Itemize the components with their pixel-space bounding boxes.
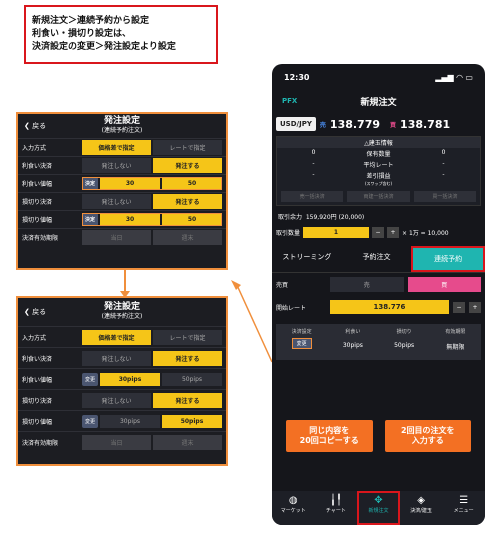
status-bar: 12:30 ▂▄▆ ◠ ▭ [272, 64, 485, 90]
hedge-bulk-close-button[interactable]: 両建一括決済 [347, 191, 410, 202]
panel-title: 発注設定 [103, 302, 140, 312]
nav-new-order[interactable]: ✥ 新規注文 [357, 491, 400, 525]
sell-label: 売 [319, 121, 326, 129]
quantity-plus-button[interactable]: + [387, 227, 400, 238]
sl-width-2[interactable]: 50 [162, 213, 222, 226]
side-row: 売買 売 買 [272, 273, 485, 296]
margin-row: 取引余力 159,920円 (20,000) [278, 214, 365, 221]
start-rate-row: 開始レート 138.776 − + [272, 296, 485, 318]
sl-summary: 50pips [394, 342, 415, 349]
app-logo: PFX [282, 97, 298, 105]
panel-subtitle: (連続予約注文) [101, 127, 143, 134]
order-settings-panel-2: ❮ 戻る 発注設定 (連続予約注文) 入力方式 価格差で指定 レートで指定 利食い決… [16, 296, 228, 466]
settlement-summary: 決済設定 変更 利食い 30pips 損切り 50pips 有効期限 無期限 [276, 324, 481, 360]
action-buttons: 同じ内容を 20回コピーする 2回目の注文を 入力する [272, 420, 485, 452]
method-price-diff-button[interactable]: 価格差で指定 [82, 140, 151, 155]
tab-streaming[interactable]: ストリーミング [272, 246, 342, 272]
expiry-day-button[interactable]: 当日 [82, 434, 151, 450]
expiry-week-button[interactable]: 週末 [153, 230, 222, 245]
sl-off-button[interactable]: 発注しない [82, 194, 151, 209]
sl-off-button[interactable]: 発注しない [82, 392, 151, 408]
copy-20-times-button[interactable]: 同じ内容を 20回コピーする [286, 420, 373, 452]
panel-title: 発注設定 [103, 116, 140, 126]
page-title: 新規注文 [360, 97, 397, 108]
method-rate-button[interactable]: レートで指定 [153, 329, 222, 345]
status-time: 12:30 [284, 72, 310, 82]
expiry-day-button[interactable]: 当日 [82, 230, 151, 245]
nav-market[interactable]: ◍ マーケット [272, 491, 315, 525]
order-type-tabs: ストリーミング 予約注文 連続予約 [272, 246, 485, 273]
tp-off-button[interactable]: 発注しない [82, 350, 151, 366]
tp-width-1[interactable]: 30 [100, 177, 160, 190]
currency-pair-selector[interactable]: USD/JPY [276, 117, 316, 131]
sl-width-1[interactable]: 30 [100, 213, 160, 226]
nav-chart[interactable]: ╽╿ チャート [315, 491, 358, 525]
tab-reservation[interactable]: 予約注文 [342, 246, 412, 272]
buy-label: 買 [390, 121, 397, 129]
sl-on-button[interactable]: 発注する [153, 194, 222, 209]
quantity-row: 取引数量 1 − + × 1万 = 10,000 [276, 227, 449, 238]
side-buy-button[interactable]: 買 [407, 277, 481, 292]
nav-settlement[interactable]: ◈ 決済/建玉 [400, 491, 443, 525]
tp-width-1[interactable]: 30pips [100, 372, 160, 386]
signal-wifi-battery-icon: ▂▄▆ ◠ ▭ [435, 72, 473, 82]
sl-width-1[interactable]: 30pips [100, 414, 160, 428]
new-order-icon: ✥ [374, 495, 383, 506]
tp-off-button[interactable]: 発注しない [82, 158, 151, 173]
phone-screen: 12:30 ▂▄▆ ◠ ▭ PFX 新規注文 USD/JPY 売 138.779… [272, 64, 485, 525]
quantity-unit: × 1万 = 10,000 [402, 230, 449, 237]
sl-change-badge[interactable]: 変更 [82, 414, 98, 428]
buy-bulk-close-button[interactable]: 買一括決済 [413, 191, 476, 202]
chart-icon: ╽╿ [329, 495, 342, 506]
sl-width-2[interactable]: 50pips [162, 414, 222, 428]
tp-summary: 30pips [342, 342, 363, 349]
rate-minus-button[interactable]: − [453, 301, 465, 313]
method-price-diff-button[interactable]: 価格差で指定 [82, 329, 151, 345]
tp-change-badge[interactable]: 変更 [82, 372, 98, 386]
quantity-minus-button[interactable]: − [372, 227, 385, 238]
sl-on-button[interactable]: 発注する [153, 392, 222, 408]
panel-subtitle: (連続予約注文) [101, 313, 143, 320]
position-info: △建玉情報 0 保有数量 0 - 平均レート - - 差引損益 (スワップ含む) - 売一括決… [276, 136, 481, 206]
swap-note: (スワップ含む) [364, 181, 393, 186]
tp-width-2[interactable]: 50 [162, 177, 222, 190]
bottom-nav: ◍ マーケット ╽╿ チャート ✥ 新規注文 ◈ 決済/建玉 ☰ メニュー [272, 491, 485, 525]
method-rate-button[interactable]: レートで指定 [153, 140, 222, 155]
sell-price[interactable]: 138.779 [330, 118, 380, 131]
price-row: USD/JPY 売 138.779 買 138.781 [272, 112, 485, 136]
quantity-input[interactable]: 1 [303, 227, 370, 238]
sell-bulk-close-button[interactable]: 売一括決済 [281, 191, 344, 202]
menu-icon: ☰ [459, 495, 469, 506]
order-settings-panel-1: ❮ 戻る 発注設定 (連続予約注文) 入力方式 価格差で指定 レートで指定 利食い決… [16, 112, 228, 270]
tp-on-button[interactable]: 発注する [153, 350, 222, 366]
settlement-change-button[interactable]: 変更 [291, 338, 312, 349]
tp-confirm-badge[interactable]: 決定 [82, 177, 98, 190]
app-header: PFX 新規注文 [272, 90, 485, 112]
position-title[interactable]: △建玉情報 [277, 137, 480, 148]
buy-price[interactable]: 138.781 [400, 118, 450, 131]
nav-menu[interactable]: ☰ メニュー [442, 491, 485, 525]
layers-icon: ◈ [417, 495, 425, 506]
start-rate-input[interactable]: 138.776 [330, 300, 449, 314]
tp-on-button[interactable]: 発注する [153, 158, 222, 173]
expiry-summary: 無期限 [446, 344, 465, 351]
tab-continuous-reservation[interactable]: 連続予約 [411, 246, 485, 272]
tp-width-2[interactable]: 50pips [162, 372, 222, 386]
side-sell-button[interactable]: 売 [330, 277, 404, 292]
sl-confirm-badge[interactable]: 決定 [82, 213, 98, 226]
rate-plus-button[interactable]: + [469, 301, 481, 313]
expiry-week-button[interactable]: 週末 [153, 434, 222, 450]
margin-value: 159,920円 (20,000) [305, 214, 365, 221]
input-second-order-button[interactable]: 2回目の注文を 入力する [384, 420, 471, 452]
globe-icon: ◍ [288, 495, 298, 506]
